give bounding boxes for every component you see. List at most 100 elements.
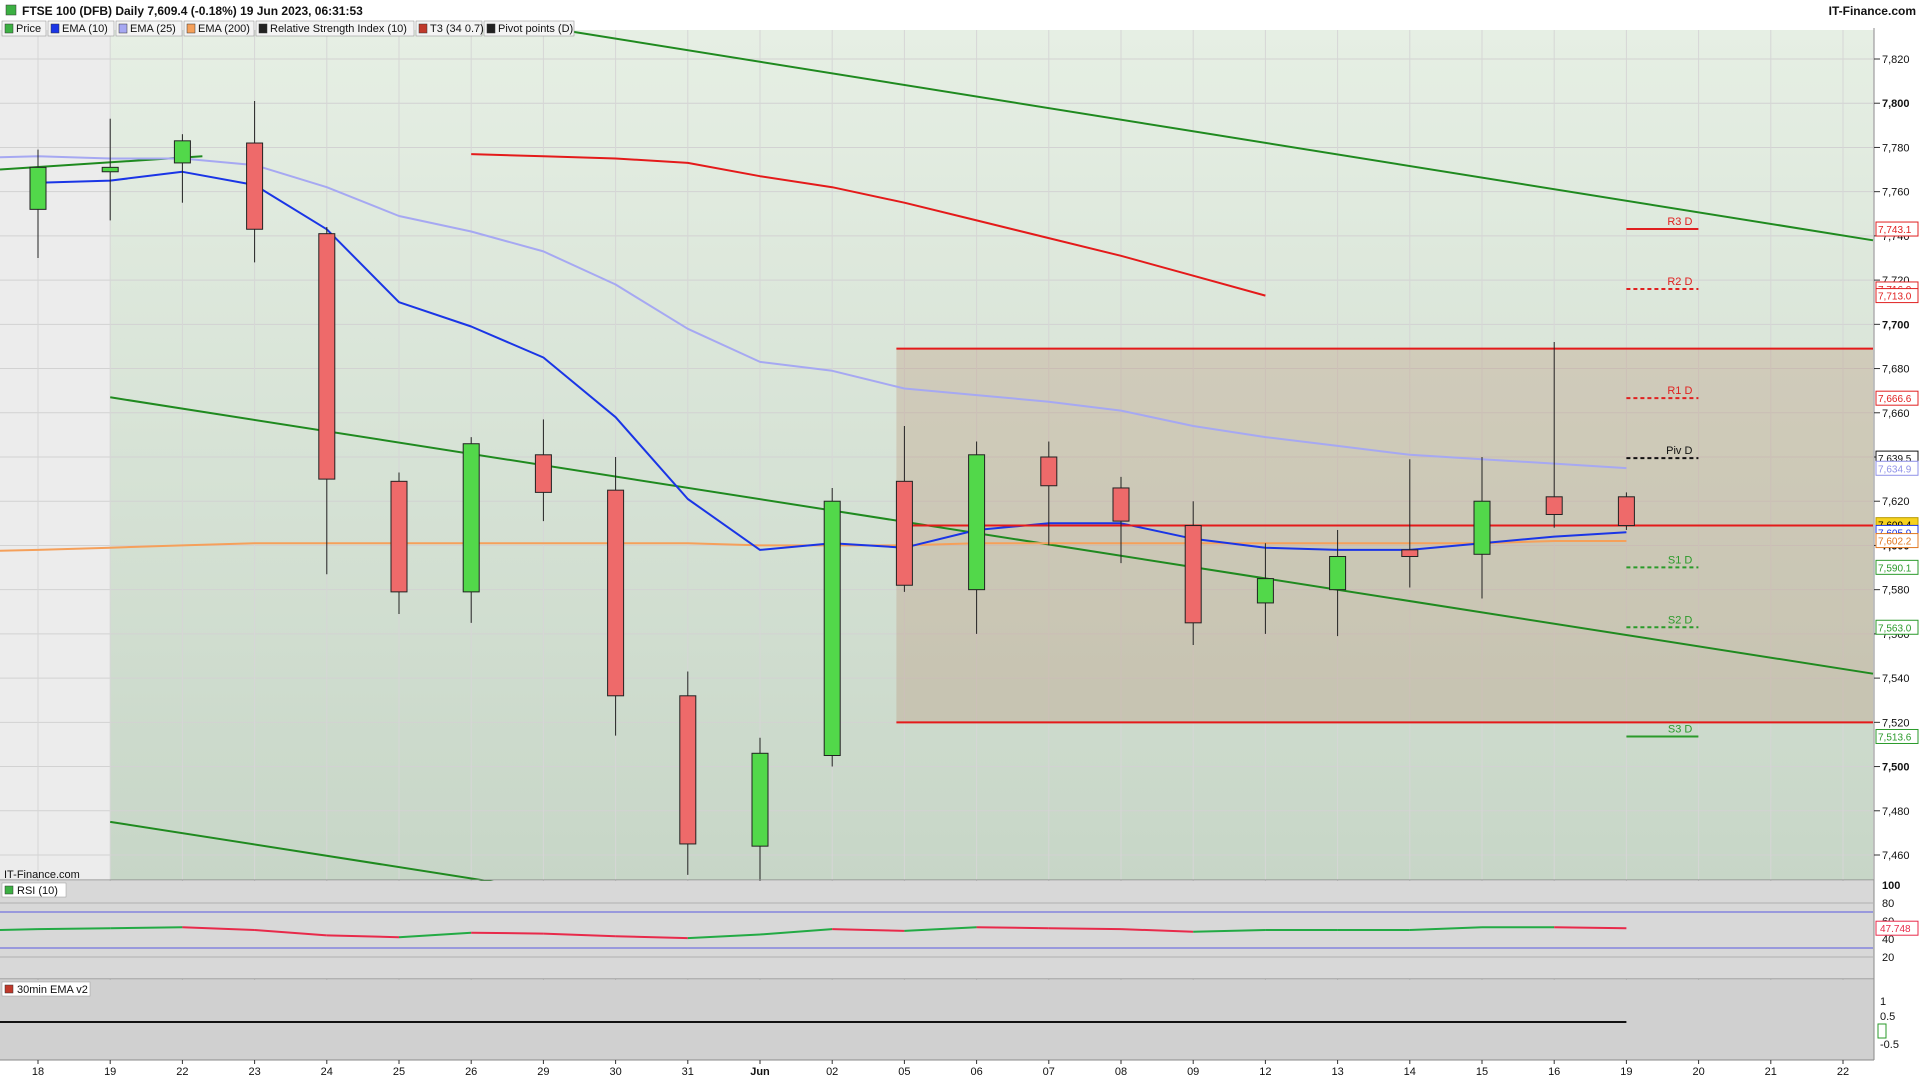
pivot-label: R1 D — [1667, 385, 1692, 397]
pivot-label: R3 D — [1667, 216, 1692, 228]
candle-body — [1329, 556, 1347, 591]
chart-canvas[interactable]: R3 DR2 DR1 DPiv DS1 DS2 DS3 D RSI (10) 10… — [0, 0, 1920, 1080]
candle-body — [1040, 456, 1058, 487]
y-tick-label: 7,460 — [1882, 850, 1910, 862]
candle-body — [101, 166, 119, 173]
rsi-segment-lead — [0, 928, 39, 931]
x-tick-label: 07 — [1043, 1066, 1055, 1078]
ema-panel-icon — [4, 984, 14, 994]
y-tick-label: 7,580 — [1882, 585, 1910, 597]
x-tick-label: 05 — [898, 1066, 910, 1078]
rsi-label: RSI (10) — [17, 885, 58, 897]
candle-body — [1401, 549, 1419, 557]
legend-label: T3 (34 0.7) — [430, 23, 484, 35]
x-tick-label: 23 — [248, 1066, 260, 1078]
pivot-label: S2 D — [1668, 614, 1693, 626]
watermark: IT-Finance.com — [4, 869, 80, 881]
y-tick-label: 7,700 — [1882, 319, 1910, 331]
rsi-tick-label: 20 — [1882, 952, 1894, 964]
y-tick-label: 7,800 — [1882, 98, 1910, 110]
legend-swatch — [258, 23, 268, 34]
legend-swatch — [4, 23, 14, 34]
chart-stage: R3 D R2 D R1 D Piv D S1 D S2 D S3 D RSI (10) 10… — [0, 0, 1920, 1080]
chart-icon — [5, 4, 17, 16]
y-tick-label: 7,500 — [1882, 762, 1910, 774]
x-tick-label: 16 — [1548, 1066, 1560, 1078]
legend-swatch — [486, 23, 496, 34]
price-tag-label: 7,634.9 — [1878, 464, 1912, 475]
legend[interactable]: Price EMA (10) EMA (25) EMA (200) Relative S… — [1, 20, 575, 37]
rsi-value-label: 47.748 — [1880, 924, 1911, 935]
candle-body — [895, 480, 913, 586]
x-tick-label: 20 — [1692, 1066, 1704, 1078]
legend-label: EMA (25) — [130, 23, 176, 35]
x-tick-label: 09 — [1187, 1066, 1199, 1078]
x-tick-label: 25 — [393, 1066, 405, 1078]
x-tick-label: 13 — [1331, 1066, 1343, 1078]
range-box-fill — [896, 348, 1873, 723]
candle-body — [968, 454, 986, 591]
y-tick-label: 7,820 — [1882, 54, 1910, 66]
ema-panel-background — [0, 980, 1874, 1060]
ema-panel-tick-label: 0.5 — [1880, 1011, 1895, 1023]
rsi-tick-label: 40 — [1882, 934, 1894, 946]
rsi-tick-label: 100 — [1882, 880, 1900, 892]
y-tick-label: 7,680 — [1882, 364, 1910, 376]
candle-body — [823, 500, 841, 756]
x-tick-label: 19 — [104, 1066, 116, 1078]
x-tick-label: 30 — [609, 1066, 621, 1078]
candle-body — [173, 140, 191, 164]
legend-swatch — [50, 23, 60, 34]
x-tick-label: 15 — [1476, 1066, 1488, 1078]
ema-panel-label: 30min EMA v2 — [17, 984, 88, 996]
range-box — [896, 347, 1873, 724]
ema-panel-tick-label: -0.5 — [1880, 1039, 1899, 1051]
ema-panel-tick-label: 1 — [1880, 996, 1886, 1008]
x-tick-label: 02 — [826, 1066, 838, 1078]
y-tick-label: 7,780 — [1882, 142, 1910, 154]
x-tick-label: Jun — [750, 1066, 770, 1078]
y-tick-label: 7,660 — [1882, 408, 1910, 420]
pivot-label: R2 D — [1667, 276, 1692, 288]
ema-panel-value-box — [1877, 1023, 1887, 1039]
x-tick-label: 22 — [1837, 1066, 1849, 1078]
candle-body — [318, 233, 336, 480]
price-tag-label: 7,743.1 — [1878, 225, 1912, 236]
x-tick-label: 19 — [1620, 1066, 1632, 1078]
price-tag-label: 7,590.1 — [1878, 563, 1912, 574]
y-tick-label: 7,620 — [1882, 496, 1910, 508]
rsi-segment — [1554, 926, 1627, 930]
y-tick-label: 7,540 — [1882, 673, 1910, 685]
pivot-label: S1 D — [1668, 554, 1693, 566]
x-tick-label: 18 — [32, 1066, 44, 1078]
rsi-segment — [110, 926, 183, 930]
price-tag-label: 7,513.6 — [1878, 732, 1912, 743]
rsi-icon — [4, 885, 14, 895]
rsi-segment — [976, 926, 1049, 930]
candle-body — [462, 443, 480, 593]
x-tick-label: 24 — [321, 1066, 333, 1078]
x-tick-label: 31 — [682, 1066, 694, 1078]
y-tick-label: 7,480 — [1882, 806, 1910, 818]
price-tag-label: 7,602.2 — [1878, 537, 1912, 548]
x-tick-label: 22 — [176, 1066, 188, 1078]
brand-label: IT-Finance.com — [1829, 4, 1916, 18]
candle-body — [1256, 578, 1274, 604]
price-tag-label: 7,713.0 — [1878, 292, 1912, 303]
candle-body — [390, 480, 408, 593]
legend-label: EMA (10) — [62, 23, 108, 35]
candle-body — [607, 489, 625, 697]
rsi-segment — [471, 931, 544, 935]
legend-swatch — [186, 23, 196, 34]
rsi-tick-label: 80 — [1882, 898, 1894, 910]
legend-label: Price — [16, 23, 41, 35]
legend-label: Pivot points (D) — [498, 23, 573, 35]
legend-label: EMA (200) — [198, 23, 250, 35]
legend-swatch — [118, 23, 128, 34]
legend-label: Relative Strength Index (10) — [270, 23, 407, 35]
chart-title: FTSE 100 (DFB) Daily 7,609.4 (-0.18%) 19… — [22, 4, 363, 18]
candle-body — [246, 142, 264, 230]
candle-body — [29, 166, 47, 210]
candle-body — [1545, 496, 1563, 515]
rsi-segment — [1048, 927, 1122, 931]
